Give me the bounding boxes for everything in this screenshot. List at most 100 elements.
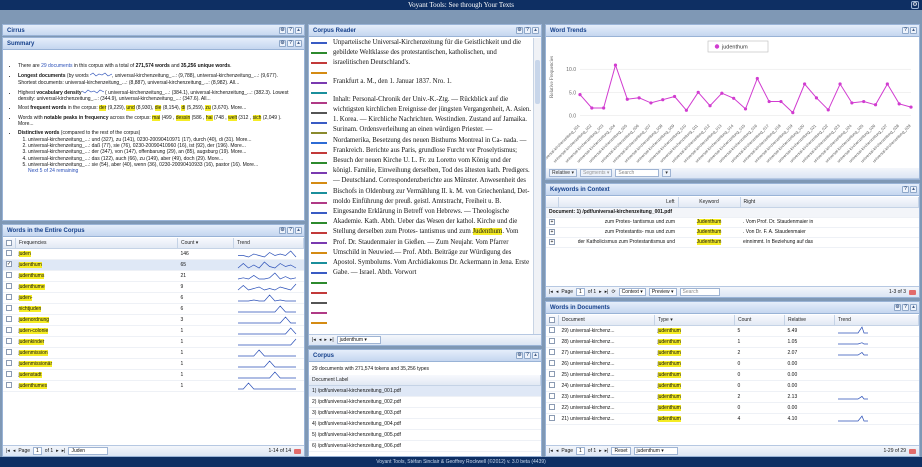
row-checkbox[interactable] — [546, 369, 559, 381]
data-point[interactable] — [743, 107, 748, 111]
document-color-bar[interactable] — [311, 202, 327, 204]
document-cell[interactable]: 28) universal-kirchenz... — [558, 336, 655, 348]
data-point[interactable] — [720, 91, 724, 95]
gear-icon[interactable]: ⚙ — [279, 40, 286, 47]
term-cell[interactable]: juden- — [15, 292, 178, 304]
data-point[interactable] — [649, 101, 653, 105]
data-point[interactable] — [708, 104, 712, 108]
data-point[interactable] — [826, 108, 830, 112]
row-checkbox[interactable] — [546, 391, 559, 403]
list-item[interactable]: 6) /pdf/universal-kirchenzeitung_006.pdf — [309, 440, 541, 452]
data-point[interactable] — [791, 111, 795, 115]
document-cell[interactable]: 24) universal-kirchenz... — [558, 380, 655, 392]
table-row[interactable]: 21) universal-kirchenz... judenthum 4 4.10 — [546, 413, 919, 425]
document-color-bar[interactable] — [311, 182, 327, 184]
document-label[interactable]: 4) /pdf/universal-kirchenzeitung_004.pdf — [309, 418, 541, 430]
data-point[interactable] — [602, 106, 606, 110]
type-cell[interactable]: judenthum — [654, 380, 735, 392]
expand-icon[interactable]: + — [546, 217, 558, 228]
last-page-button[interactable]: ▸| — [605, 448, 609, 454]
gear-icon[interactable]: ⚙ — [516, 27, 523, 34]
term-cell[interactable]: judenthumes — [15, 380, 178, 392]
next-page-button[interactable]: ▸ — [599, 448, 602, 454]
term-cell[interactable]: nichtjuden — [15, 303, 178, 315]
document-cell[interactable]: 29) universal-kirchenz... — [558, 325, 655, 337]
type-cell[interactable]: judenthum — [654, 325, 735, 337]
settings-gear-icon[interactable]: ⚙ — [911, 1, 919, 9]
table-row[interactable]: juden- 6 — [3, 292, 304, 304]
data-point[interactable] — [873, 103, 878, 107]
collapse-icon[interactable]: ▴ — [295, 227, 302, 234]
table-row[interactable]: judenmissionär 1 — [3, 358, 304, 370]
document-color-bar[interactable] — [311, 72, 327, 74]
collapse-icon[interactable]: ▴ — [295, 27, 302, 34]
table-row[interactable]: judenmission 1 — [3, 347, 304, 359]
highlighted-term[interactable]: Judenthum — [472, 228, 503, 236]
document-cell[interactable]: 22) universal-kirchenz... — [558, 402, 655, 414]
row-checkbox[interactable] — [3, 248, 16, 260]
row-checkbox[interactable] — [3, 369, 16, 381]
expand-icon[interactable]: + — [546, 227, 558, 238]
data-point[interactable] — [590, 106, 594, 110]
table-row[interactable]: 23) universal-kirchenz... judenthum 2 2.13 — [546, 391, 919, 403]
help-icon[interactable]: ? — [287, 227, 294, 234]
trends-search-dropdown[interactable]: ▾ — [662, 169, 671, 177]
document-label[interactable]: 5) /pdf/universal-kirchenzeitung_005.pdf — [309, 429, 541, 441]
delete-icon[interactable] — [909, 289, 916, 295]
list-item[interactable]: 2) /pdf/universal-kirchenzeitung_002.pdf — [309, 396, 541, 408]
data-point[interactable] — [755, 76, 759, 81]
document-label[interactable]: 3) /pdf/universal-kirchenzeitung_003.pdf — [309, 407, 541, 419]
type-cell[interactable]: judenthum — [654, 413, 735, 425]
document-label[interactable]: 6) /pdf/universal-kirchenzeitung_006.pdf — [309, 440, 541, 452]
column-trend[interactable]: Trend — [233, 238, 304, 249]
term-cell[interactable]: judenkinder — [15, 336, 178, 348]
help-icon[interactable]: ? — [524, 27, 531, 34]
last-page-button[interactable]: ▸| — [330, 337, 334, 343]
data-point[interactable] — [767, 99, 771, 104]
table-row[interactable]: judenordnung 3 — [3, 314, 304, 326]
collapse-icon[interactable]: ▴ — [532, 352, 539, 359]
collapse-icon[interactable]: ▴ — [910, 304, 917, 311]
table-row[interactable]: judenkinder 1 — [3, 336, 304, 348]
gear-icon[interactable]: ⚙ — [894, 304, 901, 311]
collapse-icon[interactable]: ▴ — [532, 27, 539, 34]
help-icon[interactable]: ? — [287, 40, 294, 47]
data-point[interactable] — [897, 102, 901, 106]
table-row[interactable]: ✓ judenthum 65 — [3, 259, 304, 271]
first-page-button[interactable]: |◂ — [312, 337, 316, 343]
document-color-bar[interactable] — [311, 242, 327, 244]
type-cell[interactable]: judenthum — [654, 402, 735, 414]
document-color-bar[interactable] — [311, 192, 327, 194]
next-page-button[interactable]: ▸ — [56, 448, 59, 454]
delete-icon[interactable] — [294, 448, 301, 454]
kwic-keyword[interactable]: Judenthum — [678, 217, 740, 228]
document-color-bar[interactable] — [311, 212, 327, 214]
document-cell[interactable]: 27) universal-kirchenz... — [558, 347, 655, 359]
row-checkbox[interactable] — [3, 314, 16, 326]
trends-search-input[interactable]: Search — [615, 169, 660, 177]
type-cell[interactable]: judenthum — [654, 336, 735, 348]
document-color-bar[interactable] — [311, 312, 327, 314]
term-cell[interactable]: judenthums — [15, 270, 178, 282]
delete-icon[interactable] — [909, 448, 916, 454]
term-cell[interactable]: juden — [15, 248, 178, 260]
table-row[interactable]: 22) universal-kirchenz... judenthum 0 0.00 — [546, 402, 919, 414]
row-checkbox[interactable] — [3, 325, 16, 337]
table-row[interactable]: 24) universal-kirchenz... judenthum 0 0.00 — [546, 380, 919, 392]
document-color-bar[interactable] — [311, 102, 327, 104]
data-point[interactable] — [672, 94, 677, 99]
first-page-button[interactable]: |◂ — [549, 289, 553, 295]
row-checkbox[interactable] — [546, 347, 559, 359]
first-page-button[interactable]: |◂ — [549, 448, 553, 454]
row-checkbox[interactable] — [3, 281, 16, 293]
document-color-bar[interactable] — [311, 152, 327, 154]
document-color-bar[interactable] — [311, 52, 327, 54]
row-checkbox[interactable] — [546, 380, 559, 392]
document-color-bar[interactable] — [311, 232, 327, 234]
document-color-bar[interactable] — [311, 112, 327, 114]
table-row[interactable]: nichtjuden 6 — [3, 303, 304, 315]
data-point[interactable] — [885, 82, 889, 86]
prev-page-button[interactable]: ◂ — [556, 289, 559, 295]
column-left[interactable]: Left — [558, 197, 679, 208]
table-row[interactable]: 28) universal-kirchenz... judenthum 1 1.05 — [546, 336, 919, 348]
